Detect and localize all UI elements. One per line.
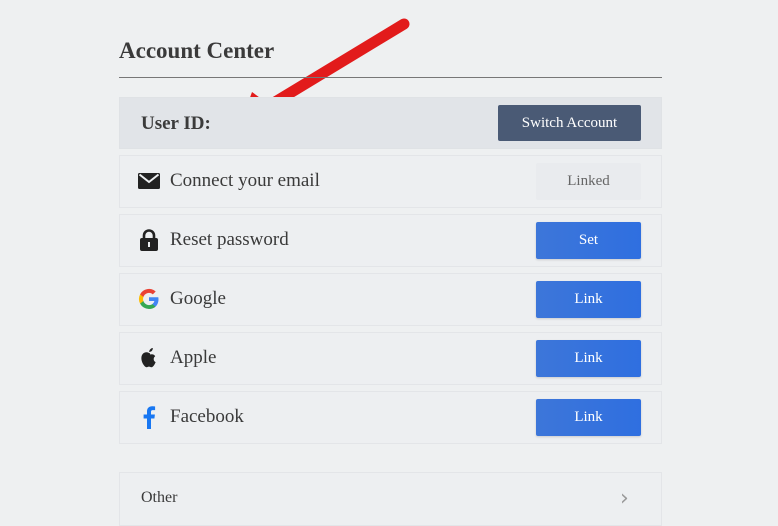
lock-icon bbox=[138, 229, 160, 251]
row-label: Connect your email bbox=[170, 170, 320, 191]
email-icon bbox=[138, 170, 160, 192]
row-label: Apple bbox=[170, 347, 217, 368]
row-label: Reset password bbox=[170, 229, 289, 250]
linked-status-button[interactable]: Linked bbox=[536, 163, 641, 200]
row-google: Google Link bbox=[119, 273, 662, 326]
row-reset-password: Reset password Set bbox=[119, 214, 662, 267]
link-google-button[interactable]: Link bbox=[536, 281, 641, 318]
user-id-label: User ID: bbox=[141, 113, 211, 134]
user-id-bar: User ID: Switch Account bbox=[119, 97, 662, 149]
title-divider bbox=[119, 77, 662, 78]
facebook-icon bbox=[138, 406, 160, 429]
other-label: Other bbox=[141, 489, 178, 506]
link-facebook-button[interactable]: Link bbox=[536, 399, 641, 436]
row-apple: Apple Link bbox=[119, 332, 662, 385]
apple-icon bbox=[138, 347, 160, 369]
row-connect-email: Connect your email Linked bbox=[119, 155, 662, 208]
chevron-right-icon: › bbox=[620, 486, 629, 511]
row-label: Google bbox=[170, 288, 226, 309]
row-label: Facebook bbox=[170, 406, 244, 427]
other-row[interactable]: Other › bbox=[119, 472, 662, 526]
row-facebook: Facebook Link bbox=[119, 391, 662, 444]
set-password-button[interactable]: Set bbox=[536, 222, 641, 259]
page-title: Account Center bbox=[119, 38, 275, 63]
switch-account-button[interactable]: Switch Account bbox=[498, 105, 641, 141]
link-apple-button[interactable]: Link bbox=[536, 340, 641, 377]
google-icon bbox=[138, 288, 160, 310]
